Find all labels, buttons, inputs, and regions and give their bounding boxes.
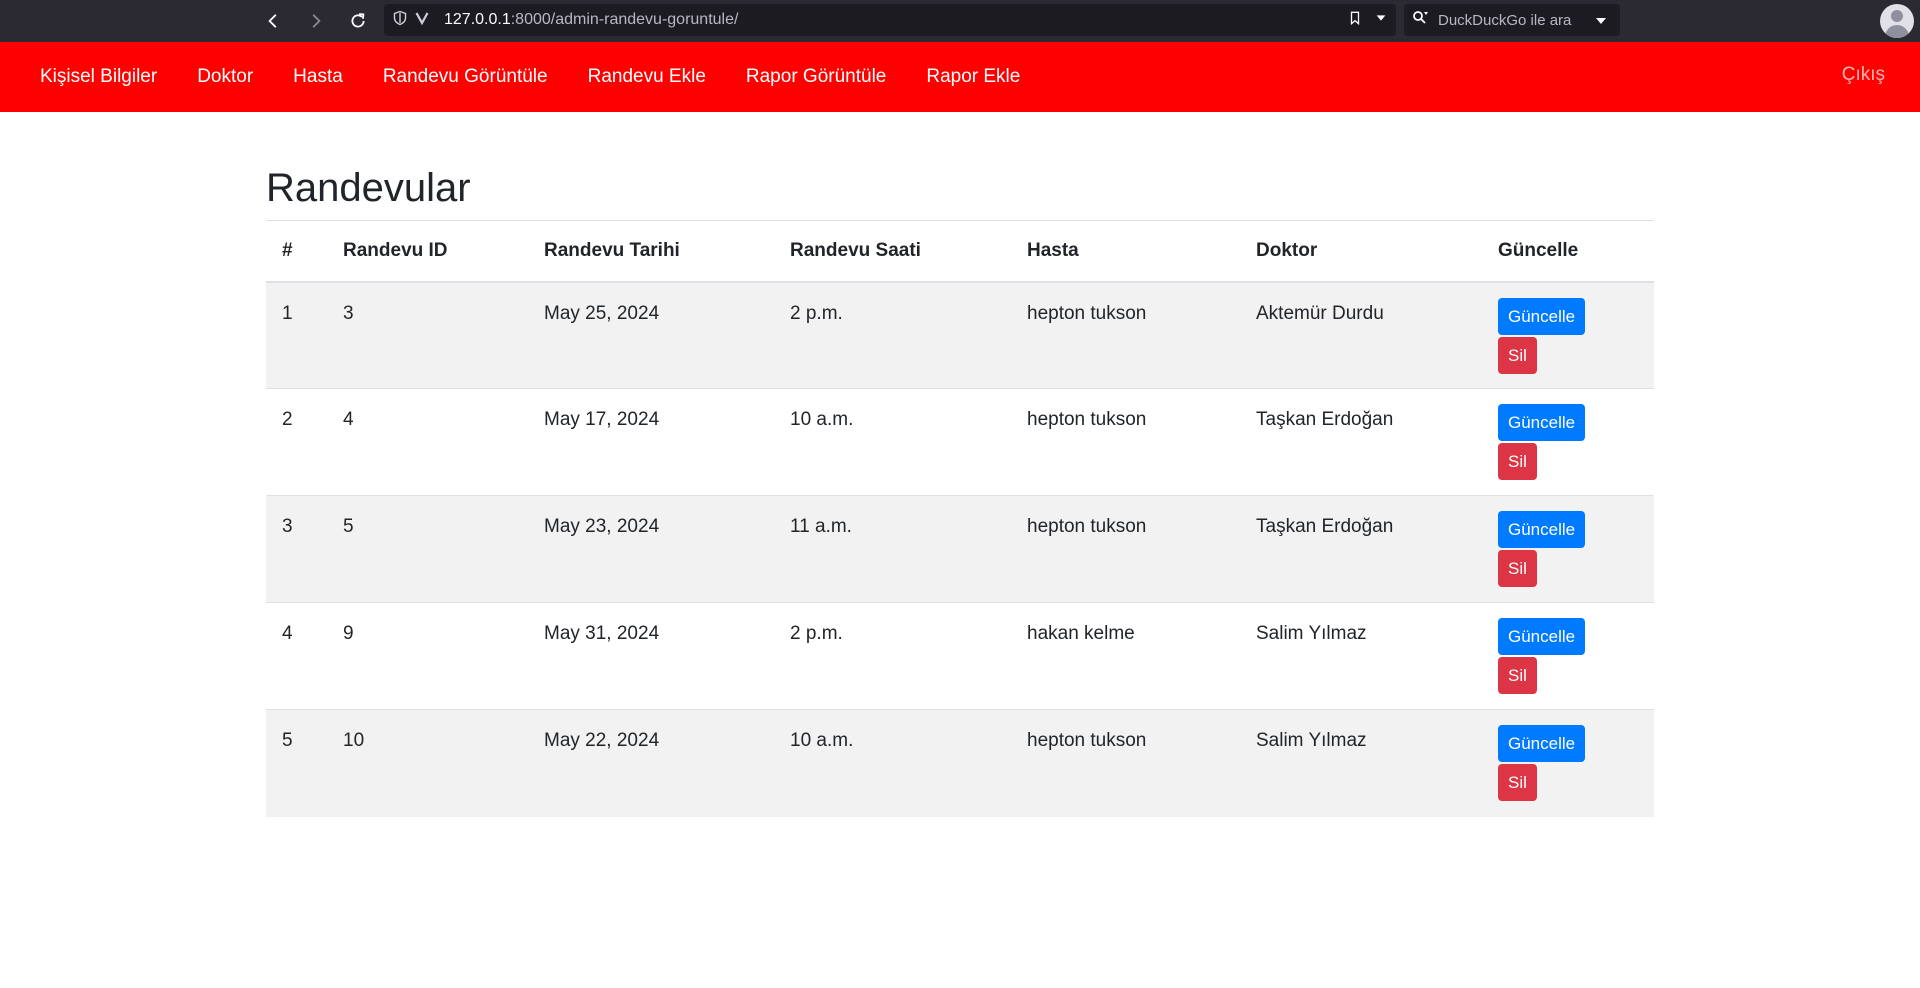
cell-doctor: Aktemür Durdu <box>1240 281 1482 389</box>
cell-doctor: Salim Yılmaz <box>1240 709 1482 817</box>
delete-button[interactable]: Sil <box>1498 443 1537 480</box>
cell-actions: Güncelle Sil <box>1482 709 1654 817</box>
nav-item-kisisel-bilgiler[interactable]: Kişisel Bilgiler <box>40 66 157 88</box>
chevron-down-icon[interactable] <box>1374 11 1388 30</box>
site-identity-icon[interactable] <box>414 10 430 31</box>
shield-icon[interactable] <box>392 10 408 31</box>
chevron-down-icon[interactable] <box>1592 13 1610 33</box>
table-row: 1 3 May 25, 2024 2 p.m. hepton tukson Ak… <box>266 281 1654 389</box>
cell-date: May 25, 2024 <box>528 281 774 389</box>
table-row: 4 9 May 31, 2024 2 p.m. hakan kelme Sali… <box>266 602 1654 710</box>
cell-time: 10 a.m. <box>774 388 1011 496</box>
header-doctor: Doktor <box>1240 220 1482 283</box>
nav-item-rapor-ekle[interactable]: Rapor Ekle <box>926 66 1020 88</box>
cell-num: 5 <box>266 709 327 817</box>
header-num: # <box>266 220 327 283</box>
cell-patient: hakan kelme <box>1011 602 1240 710</box>
cell-patient: hepton tukson <box>1011 388 1240 496</box>
avatar[interactable] <box>1880 4 1914 38</box>
cell-actions: Güncelle Sil <box>1482 495 1654 603</box>
cell-actions: Güncelle Sil <box>1482 281 1654 389</box>
delete-button[interactable]: Sil <box>1498 764 1537 801</box>
reload-icon[interactable] <box>344 7 372 35</box>
table-row: 2 4 May 17, 2024 10 a.m. hepton tukson T… <box>266 388 1654 496</box>
main-navbar: Kişisel Bilgiler Doktor Hasta Randevu Gö… <box>0 42 1920 112</box>
url-host: 127.0.0.1 <box>444 11 511 28</box>
bookmark-icon[interactable] <box>1348 11 1362 30</box>
update-button[interactable]: Güncelle <box>1498 297 1586 335</box>
browser-toolbar: 127.0.0.1:8000/admin-randevu-goruntule/ … <box>0 0 1920 42</box>
update-button[interactable]: Güncelle <box>1498 618 1586 655</box>
address-bar[interactable]: 127.0.0.1:8000/admin-randevu-goruntule/ <box>384 4 1396 36</box>
delete-button[interactable]: Sil <box>1498 336 1537 374</box>
cell-appointment-id: 3 <box>327 281 528 389</box>
nav-item-randevu-goruntule[interactable]: Randevu Görüntüle <box>383 66 548 88</box>
url-path: :8000/admin-randevu-goruntule/ <box>510 11 739 28</box>
cell-date: May 31, 2024 <box>528 602 774 710</box>
cell-patient: hepton tukson <box>1011 709 1240 817</box>
delete-button[interactable]: Sil <box>1498 657 1537 694</box>
cell-date: May 22, 2024 <box>528 709 774 817</box>
logout-link[interactable]: Çıkış <box>1842 64 1885 86</box>
cell-doctor: Salim Yılmaz <box>1240 602 1482 710</box>
cell-num: 3 <box>266 495 327 603</box>
cell-actions: Güncelle Sil <box>1482 388 1654 496</box>
nav-item-randevu-ekle[interactable]: Randevu Ekle <box>588 66 706 88</box>
cell-doctor: Taşkan Erdoğan <box>1240 388 1482 496</box>
main-content: Randevular # Randevu ID Randevu Tarihi R… <box>266 160 1654 817</box>
appointments-table: # Randevu ID Randevu Tarihi Randevu Saat… <box>266 220 1654 817</box>
url-text: 127.0.0.1:8000/admin-randevu-goruntule/ <box>444 11 738 29</box>
cell-time: 10 a.m. <box>774 709 1011 817</box>
delete-button[interactable]: Sil <box>1498 550 1537 587</box>
update-button[interactable]: Güncelle <box>1498 511 1586 548</box>
nav-item-rapor-goruntule[interactable]: Rapor Görüntüle <box>746 66 886 88</box>
cell-num: 1 <box>266 281 327 389</box>
header-appointment-id: Randevu ID <box>327 220 528 283</box>
cell-appointment-id: 9 <box>327 602 528 710</box>
cell-date: May 23, 2024 <box>528 495 774 603</box>
search-placeholder: DuckDuckGo ile ara <box>1438 11 1572 29</box>
cell-time: 11 a.m. <box>774 495 1011 603</box>
cell-doctor: Taşkan Erdoğan <box>1240 495 1482 603</box>
header-appointment-date: Randevu Tarihi <box>528 220 774 283</box>
table-header-row: # Randevu ID Randevu Tarihi Randevu Saat… <box>266 220 1654 283</box>
header-update: Güncelle <box>1482 220 1654 283</box>
header-appointment-time: Randevu Saati <box>774 220 1011 283</box>
table-row: 3 5 May 23, 2024 11 a.m. hepton tukson T… <box>266 495 1654 603</box>
cell-time: 2 p.m. <box>774 602 1011 710</box>
cell-patient: hepton tukson <box>1011 281 1240 389</box>
back-icon[interactable] <box>259 7 287 35</box>
page-title: Randevular <box>266 166 471 210</box>
cell-actions: Güncelle Sil <box>1482 602 1654 710</box>
header-patient: Hasta <box>1011 220 1240 283</box>
nav-item-hasta[interactable]: Hasta <box>293 66 343 88</box>
cell-num: 4 <box>266 602 327 710</box>
cell-date: May 17, 2024 <box>528 388 774 496</box>
search-input[interactable]: DuckDuckGo ile ara <box>1404 4 1620 36</box>
table-row: 5 10 May 22, 2024 10 a.m. hepton tukson … <box>266 709 1654 817</box>
update-button[interactable]: Güncelle <box>1498 404 1586 441</box>
nav-item-doktor[interactable]: Doktor <box>197 66 253 88</box>
update-button[interactable]: Güncelle <box>1498 725 1586 762</box>
search-icon <box>1412 10 1430 30</box>
cell-appointment-id: 4 <box>327 388 528 496</box>
cell-appointment-id: 5 <box>327 495 528 603</box>
cell-appointment-id: 10 <box>327 709 528 817</box>
forward-icon[interactable] <box>302 7 330 35</box>
cell-num: 2 <box>266 388 327 496</box>
cell-time: 2 p.m. <box>774 281 1011 389</box>
cell-patient: hepton tukson <box>1011 495 1240 603</box>
